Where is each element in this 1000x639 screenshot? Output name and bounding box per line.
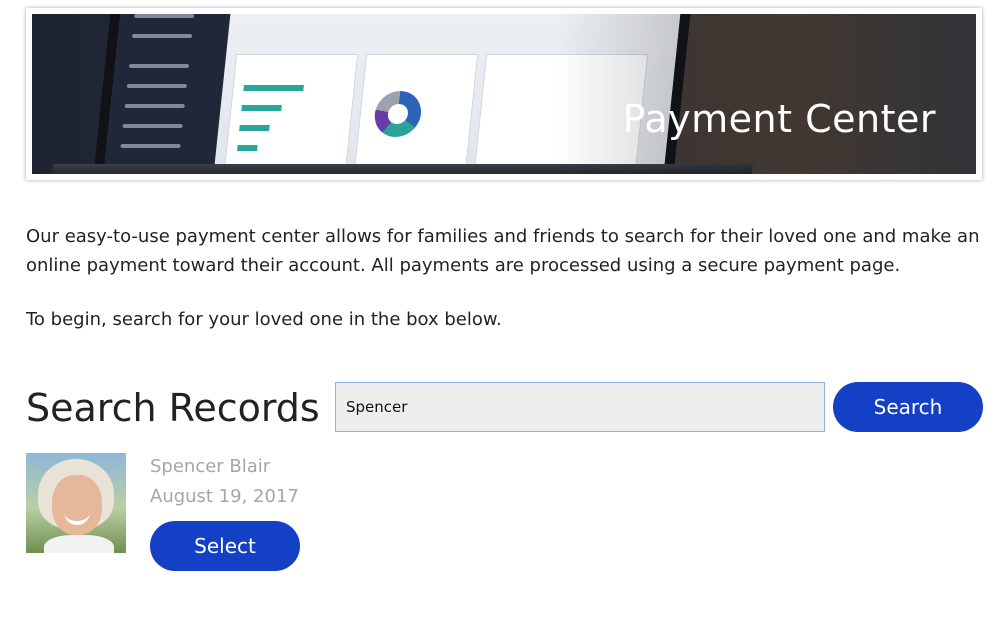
search-heading: Search Records bbox=[26, 386, 320, 430]
search-input[interactable] bbox=[335, 382, 825, 432]
select-button[interactable]: Select bbox=[150, 521, 300, 571]
page-title: Payment Center bbox=[622, 97, 936, 142]
banner-overlay bbox=[556, 14, 976, 174]
search-button[interactable]: Search bbox=[833, 382, 983, 432]
banner-image: Payment Center bbox=[32, 14, 976, 174]
dashboard-card-graphic bbox=[353, 54, 479, 174]
banner-frame: Payment Center bbox=[26, 8, 982, 180]
avatar bbox=[26, 453, 126, 553]
intro-paragraph: Our easy-to-use payment center allows fo… bbox=[26, 226, 980, 276]
record-name: Spencer Blair bbox=[150, 456, 271, 477]
dashboard-card-graphic bbox=[223, 54, 359, 174]
instruction-text: To begin, search for your loved one in t… bbox=[26, 309, 502, 330]
record-date: August 19, 2017 bbox=[150, 486, 299, 507]
dashboard-sidebar-graphic bbox=[101, 14, 233, 174]
